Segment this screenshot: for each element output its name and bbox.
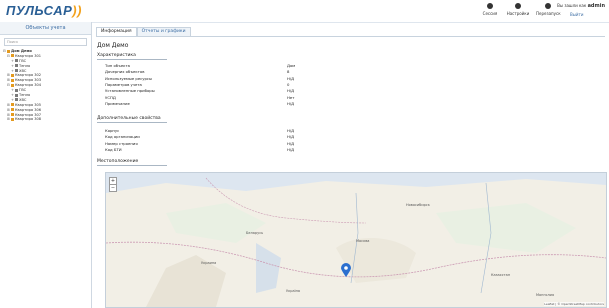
property-label: Дочерних объектов xyxy=(105,69,145,75)
map-label-belarus: Беларусь xyxy=(246,231,264,235)
map-label-novosibirsk: Новосибирск xyxy=(406,203,430,207)
map-label-ukraina: Україна xyxy=(286,289,301,293)
objects-panel-title: Объекты учета xyxy=(0,22,91,35)
location-map[interactable]: + − Москва Казахстан Беларусь Украина Ук… xyxy=(105,172,607,308)
page-title: Дом Демо xyxy=(97,42,129,49)
map-label-mongolia: Монголия xyxy=(536,293,555,297)
settings-label: Настройки xyxy=(506,11,530,16)
tree-item-label: Квартира 302 xyxy=(15,73,42,78)
tab-bar: Информация Отчеты и графики xyxy=(96,27,191,36)
property-value: Н/Д xyxy=(287,140,295,146)
logo-text: ПУЛЬСАР xyxy=(6,3,73,18)
user-prefix: Вы зашли как xyxy=(557,3,587,8)
tree-item-label: ГВС xyxy=(19,58,27,63)
house-icon xyxy=(7,49,10,53)
property-label: Используемые ресурсы xyxy=(105,75,152,81)
property-label: Код БТИ xyxy=(105,146,122,152)
tree-item-label: ХВС xyxy=(19,68,27,73)
house-icon xyxy=(11,78,14,82)
meter-icon xyxy=(15,93,18,97)
location-heading: Местоположение xyxy=(97,159,139,164)
house-icon xyxy=(11,103,14,107)
meter-icon xyxy=(15,88,18,92)
map-attribution[interactable]: Leaflet | © OpenStreetMap contributors xyxy=(544,302,604,306)
tree-item-label: Квартира 308 xyxy=(15,117,42,122)
tree-item[interactable]: ⊞ Квартира 308 xyxy=(3,117,91,122)
user-name: admin xyxy=(587,3,605,9)
property-label: УСПД xyxy=(105,94,116,100)
property-value: Н/Д xyxy=(287,128,295,133)
characteristics-divider xyxy=(97,59,167,60)
property-value: Нет xyxy=(287,94,295,100)
extra-props-divider xyxy=(97,122,167,123)
tree-item-label: Тепло xyxy=(19,93,31,98)
property-label: Примечание xyxy=(105,100,130,106)
tree-item-label: ГВС xyxy=(19,88,27,93)
main-content: Информация Отчеты и графики Дом Демо Хара… xyxy=(92,22,609,308)
map-label-moscow: Москва xyxy=(356,239,370,243)
top-bar: ПУЛЬСАР)) Сессия Настройки Перезапуск Вы… xyxy=(0,0,609,23)
property-label: Номер строения xyxy=(105,140,138,146)
map-label-ukraine: Украина xyxy=(201,261,217,265)
house-icon xyxy=(11,113,14,117)
property-value: Н/Д xyxy=(287,75,295,81)
house-icon xyxy=(11,108,14,112)
objects-tree: ⊟ Дом Демо ⊟ Квартира 301 + ГВС + Тепло + ХВС ⊞ Ква… xyxy=(3,49,91,122)
location-divider xyxy=(97,165,167,166)
meter-icon xyxy=(15,59,18,63)
tree-item-label: Квартира 301 xyxy=(15,53,42,58)
house-icon xyxy=(11,117,14,121)
gear-icon xyxy=(515,3,521,9)
map-label-kazakhstan: Казахстан xyxy=(491,273,511,277)
characteristics-heading: Характеристика xyxy=(97,53,136,58)
house-icon xyxy=(11,54,14,58)
property-label: Корпус xyxy=(105,128,120,133)
property-value: Дом xyxy=(287,63,296,68)
property-label: Код организации xyxy=(105,134,140,140)
session-label: Сессия xyxy=(482,11,498,16)
meter-icon xyxy=(15,69,18,73)
tree-item-label: ХВС xyxy=(19,97,27,102)
property-value: Н/Д xyxy=(287,100,295,106)
refresh-icon xyxy=(545,3,551,9)
property-value: 8 xyxy=(287,69,290,75)
meter-icon xyxy=(15,98,18,102)
tree-item-label: Квартира 304 xyxy=(15,83,42,88)
logo-swoosh-icon: )) xyxy=(72,3,82,18)
person-icon xyxy=(487,3,493,9)
restart-label: Перезапуск xyxy=(536,11,561,16)
property-value: Н/Д xyxy=(287,146,295,152)
tree-item-label: Тепло xyxy=(19,63,31,68)
house-icon xyxy=(11,83,14,87)
property-label: Установленные приборы xyxy=(105,88,155,94)
tab-reports[interactable]: Отчеты и графики xyxy=(136,27,191,36)
objects-search-input[interactable]: Поиск xyxy=(4,38,87,46)
session-button[interactable]: Сессия xyxy=(478,3,502,16)
property-value: 0 xyxy=(287,81,290,87)
extra-props-heading: Дополнительные свойства xyxy=(97,116,161,121)
user-info: Вы зашли как admin xyxy=(557,3,605,9)
property-label: Параметров учета xyxy=(105,81,142,87)
app-logo[interactable]: ПУЛЬСАР)) xyxy=(6,3,82,18)
property-value: Н/Д xyxy=(287,88,295,94)
settings-button[interactable]: Настройки xyxy=(506,3,530,16)
house-icon xyxy=(11,73,14,77)
tab-divider xyxy=(96,36,605,37)
tree-item-label: Квартира 305 xyxy=(15,102,42,107)
meter-icon xyxy=(15,64,18,68)
tree-item-label: Дом Демо xyxy=(11,49,32,53)
tree-item-label: Квартира 303 xyxy=(15,78,42,83)
tree-item-label: Квартира 307 xyxy=(15,112,42,117)
logout-link[interactable]: Выйти xyxy=(570,12,583,17)
location-marker-icon[interactable] xyxy=(341,263,351,277)
objects-panel: Объекты учета Поиск ⊟ Дом Демо ⊟ Квартира 3… xyxy=(0,22,92,308)
property-value: Н/Д xyxy=(287,134,295,140)
property-label: Тип объекта xyxy=(105,63,130,68)
tab-information[interactable]: Информация xyxy=(96,27,137,36)
tree-item-label: Квартира 306 xyxy=(15,107,42,112)
zoom-out-button[interactable]: − xyxy=(109,184,117,192)
